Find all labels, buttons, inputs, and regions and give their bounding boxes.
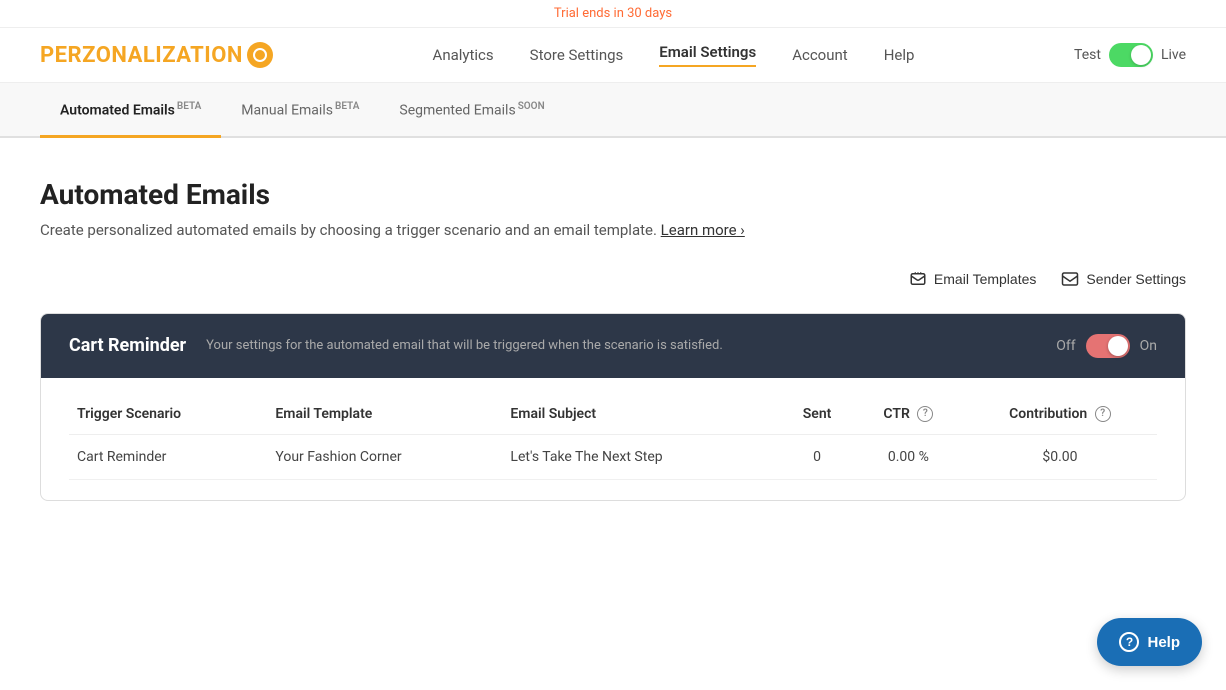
- col-sent: Sent: [780, 394, 854, 435]
- ctr-help-icon[interactable]: ?: [917, 406, 933, 422]
- col-trigger-scenario: Trigger Scenario: [69, 394, 267, 435]
- help-circle-icon: ?: [1119, 632, 1139, 652]
- cell-trigger-scenario: Cart Reminder: [69, 434, 267, 479]
- tab-automated-emails[interactable]: Automated EmailsBETA: [40, 83, 221, 138]
- nav-store-settings[interactable]: Store Settings: [530, 46, 624, 64]
- cell-sent: 0: [780, 434, 854, 479]
- cart-reminder-toggle[interactable]: [1086, 334, 1130, 358]
- table-row: Cart Reminder Your Fashion Corner Let's …: [69, 434, 1157, 479]
- tab-segmented-emails[interactable]: Segmented EmailsSOON: [379, 83, 564, 136]
- email-templates-button[interactable]: Email Templates: [908, 269, 1036, 289]
- col-contribution: Contribution ?: [963, 394, 1157, 435]
- tab-nav: Automated EmailsBETA Manual EmailsBETA S…: [0, 83, 1226, 138]
- logo: PERZONALIZATION: [40, 42, 273, 68]
- card-header-left: Cart Reminder Your settings for the auto…: [69, 335, 723, 356]
- cell-email-template: Your Fashion Corner: [267, 434, 502, 479]
- cell-contribution: $0.00: [963, 434, 1157, 479]
- col-email-subject: Email Subject: [502, 394, 780, 435]
- toggle-on-label: On: [1140, 338, 1157, 354]
- cell-email-subject: Let's Take The Next Step: [502, 434, 780, 479]
- main-content: Automated Emails Create personalized aut…: [0, 138, 1226, 541]
- tab-manual-emails[interactable]: Manual EmailsBETA: [221, 83, 379, 136]
- logo-icon: [247, 42, 273, 68]
- nav-analytics[interactable]: Analytics: [433, 46, 494, 64]
- nav-email-settings[interactable]: Email Settings: [659, 43, 756, 67]
- cart-reminder-card: Cart Reminder Your settings for the auto…: [40, 313, 1186, 501]
- cell-ctr: 0.00 %: [854, 434, 963, 479]
- page-title: Automated Emails: [40, 178, 1186, 211]
- nav-links: Analytics Store Settings Email Settings …: [433, 43, 915, 67]
- test-label: Test: [1074, 47, 1101, 63]
- action-row: Email Templates Sender Settings: [40, 269, 1186, 289]
- help-button[interactable]: ? Help: [1097, 618, 1202, 666]
- table-header-row: Trigger Scenario Email Template Email Su…: [69, 394, 1157, 435]
- contribution-help-icon[interactable]: ?: [1095, 406, 1111, 422]
- page-description: Create personalized automated emails by …: [40, 221, 1186, 239]
- card-title: Cart Reminder: [69, 335, 186, 356]
- email-template-icon: [908, 269, 928, 289]
- learn-more-link[interactable]: Learn more ›: [661, 221, 745, 239]
- toggle-off-label: Off: [1056, 338, 1075, 354]
- live-label: Live: [1161, 47, 1186, 63]
- sender-settings-button[interactable]: Sender Settings: [1060, 269, 1186, 289]
- trial-bar: Trial ends in 30 days: [0, 0, 1226, 28]
- table-body: Cart Reminder Your Fashion Corner Let's …: [69, 434, 1157, 479]
- nav-help[interactable]: Help: [884, 46, 915, 64]
- test-live-toggle[interactable]: [1109, 43, 1153, 67]
- card-table: Trigger Scenario Email Template Email Su…: [41, 394, 1185, 500]
- card-header: Cart Reminder Your settings for the auto…: [41, 314, 1185, 378]
- col-email-template: Email Template: [267, 394, 502, 435]
- nav-account[interactable]: Account: [792, 46, 848, 64]
- test-live-toggle-group: Test Live: [1074, 43, 1186, 67]
- card-header-right: Off On: [1056, 334, 1157, 358]
- col-ctr: CTR ?: [854, 394, 963, 435]
- table-head: Trigger Scenario Email Template Email Su…: [69, 394, 1157, 435]
- cart-reminder-table: Trigger Scenario Email Template Email Su…: [69, 394, 1157, 480]
- top-nav: PERZONALIZATION Analytics Store Settings…: [0, 28, 1226, 83]
- sender-settings-icon: [1060, 269, 1080, 289]
- card-description: Your settings for the automated email th…: [206, 338, 723, 353]
- nav-right: Test Live: [1074, 43, 1186, 67]
